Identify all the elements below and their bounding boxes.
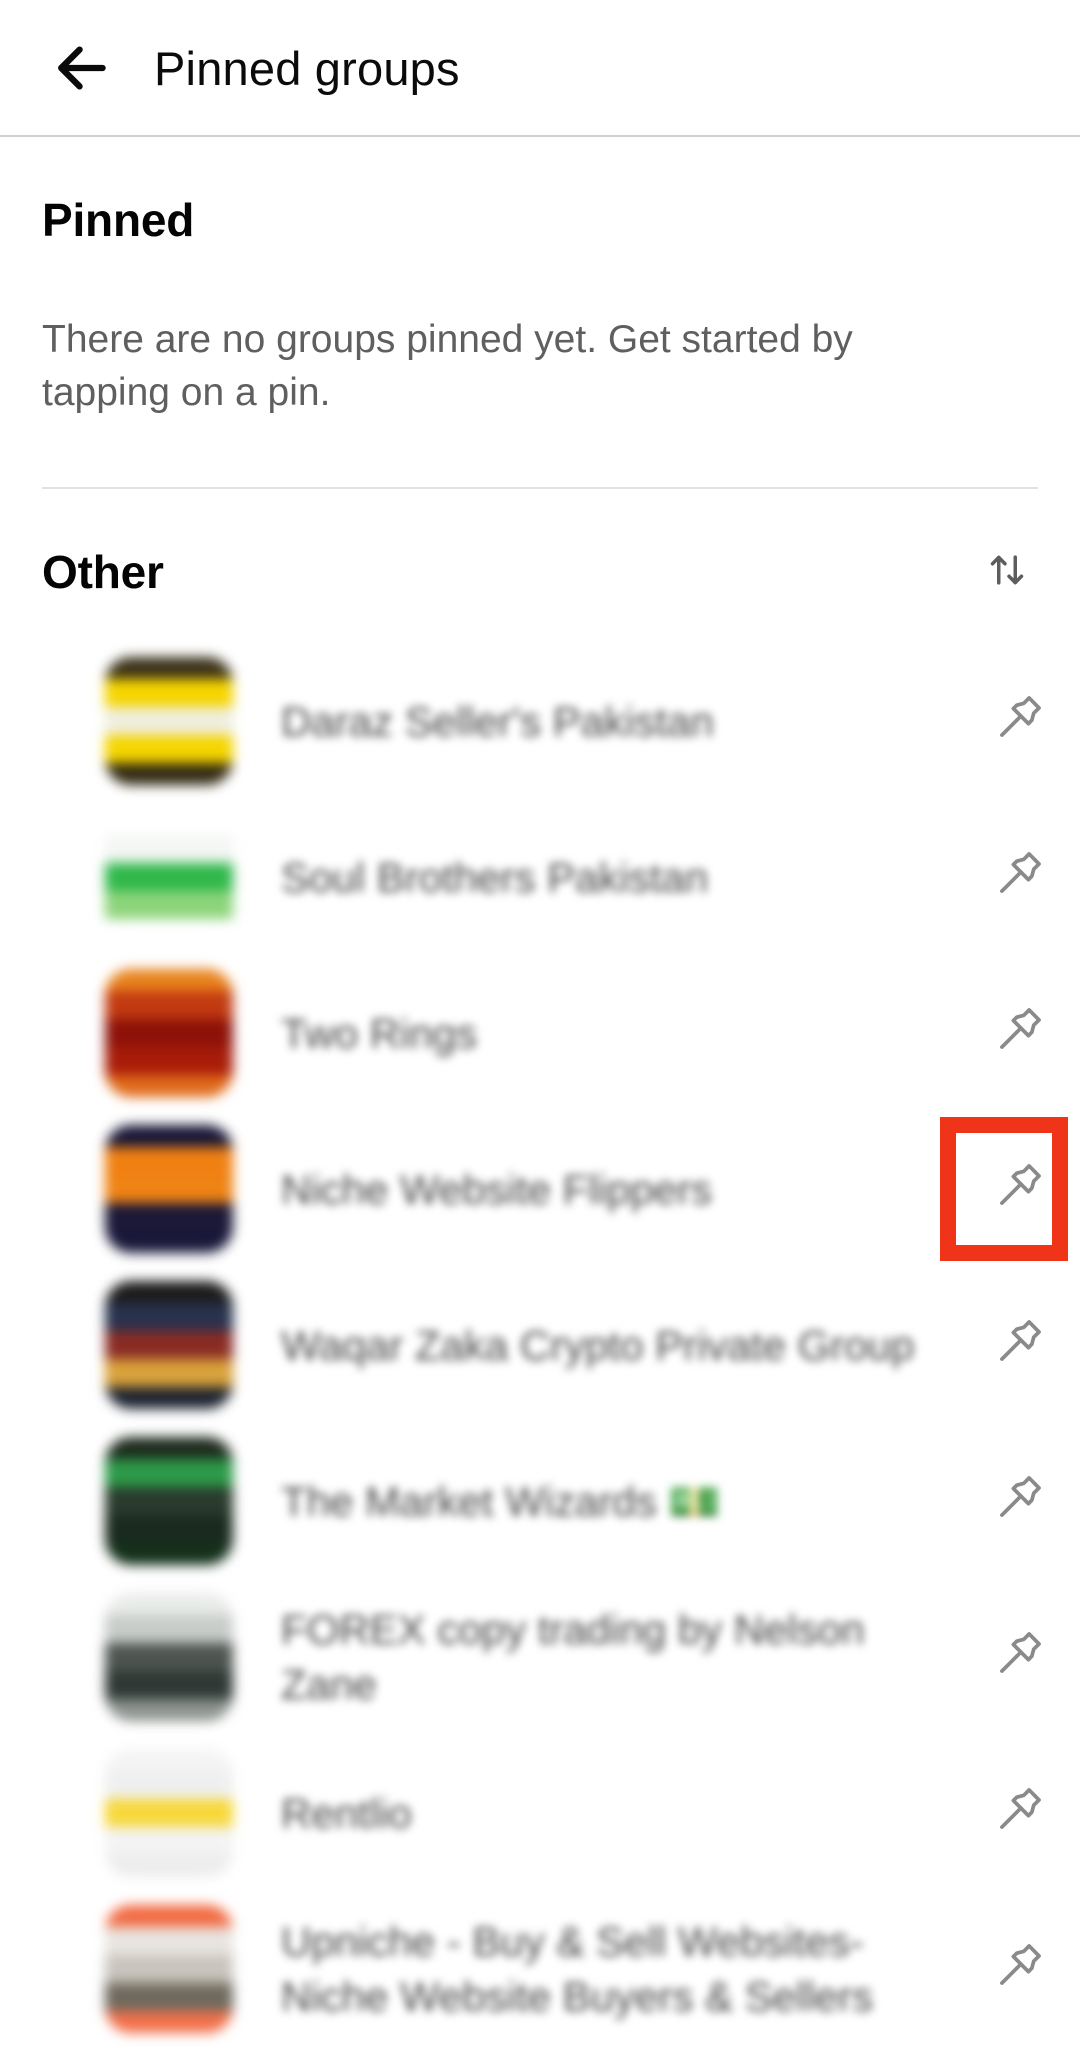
pin-button[interactable] [968, 1295, 1068, 1395]
pinned-section: Pinned There are no groups pinned yet. G… [0, 137, 1080, 419]
pin-icon [989, 1938, 1047, 2001]
group-avatar [105, 1749, 233, 1877]
content-area: Pinned There are no groups pinned yet. G… [0, 137, 1080, 2047]
other-section-header: Other [0, 489, 1080, 603]
back-arrow-icon [53, 39, 111, 97]
group-avatar [105, 1437, 233, 1565]
pin-icon [989, 1158, 1047, 1221]
group-row[interactable]: Soul Brothers Pakistan [0, 799, 1080, 955]
group-row[interactable]: Two Rings [0, 955, 1080, 1111]
pin-icon [989, 1626, 1047, 1689]
pin-icon [989, 846, 1047, 909]
group-name: Daraz Seller's Pakistan [281, 697, 714, 745]
pin-button[interactable] [968, 1607, 1068, 1707]
group-name: Soul Brothers Pakistan [281, 853, 709, 901]
group-name: The Market Wizards 💵 [281, 1477, 721, 1525]
group-row[interactable]: FOREX copy trading by Nelson Zane [0, 1579, 1080, 1735]
pinned-section-title: Pinned [42, 194, 195, 246]
group-list: Daraz Seller's Pakistan Soul Brothers Pak… [0, 643, 1080, 2047]
pin-icon [989, 1782, 1047, 1845]
group-avatar [105, 813, 233, 941]
group-avatar [105, 1125, 233, 1253]
group-row[interactable]: Upniche - Buy & Sell Websites- Niche Web… [0, 1891, 1080, 2047]
pin-button[interactable] [940, 1117, 1068, 1261]
pin-button[interactable] [968, 1763, 1068, 1863]
group-name: Niche Website Flippers [281, 1165, 713, 1213]
group-avatar [105, 969, 233, 1097]
group-avatar [105, 1905, 233, 2033]
group-avatar [105, 1281, 233, 1409]
pin-button[interactable] [968, 1451, 1068, 1551]
pin-button[interactable] [968, 1919, 1068, 2019]
group-avatar [105, 1593, 233, 1721]
group-row[interactable]: Rentlio [0, 1735, 1080, 1891]
other-section-title: Other [42, 546, 164, 598]
group-name: Two Rings [281, 1009, 478, 1057]
group-row[interactable]: Daraz Seller's Pakistan [0, 643, 1080, 799]
sort-arrows-icon [985, 548, 1029, 597]
pin-icon [989, 1314, 1047, 1377]
group-name: Waqar Zaka Crypto Private Group [281, 1321, 915, 1369]
group-name: Upniche - Buy & Sell Websites- Niche Web… [281, 1918, 874, 2020]
back-button[interactable] [36, 22, 128, 114]
page-title: Pinned groups [154, 41, 460, 95]
group-row[interactable]: The Market Wizards 💵 [0, 1423, 1080, 1579]
group-avatar [105, 657, 233, 785]
pin-button[interactable] [968, 827, 1068, 927]
pin-button[interactable] [968, 983, 1068, 1083]
group-row[interactable]: Waqar Zaka Crypto Private Group [0, 1267, 1080, 1423]
sort-button[interactable] [976, 541, 1038, 603]
pin-button[interactable] [968, 671, 1068, 771]
pinned-empty-message: There are no groups pinned yet. Get star… [42, 318, 853, 414]
group-name: Rentlio [281, 1789, 412, 1837]
group-name: FOREX copy trading by Nelson Zane [281, 1606, 865, 1708]
app-bar: Pinned groups [0, 0, 1080, 136]
pin-icon [989, 1470, 1047, 1533]
pin-icon [989, 1002, 1047, 1065]
pin-icon [989, 690, 1047, 753]
group-row[interactable]: Niche Website Flippers [0, 1111, 1080, 1267]
